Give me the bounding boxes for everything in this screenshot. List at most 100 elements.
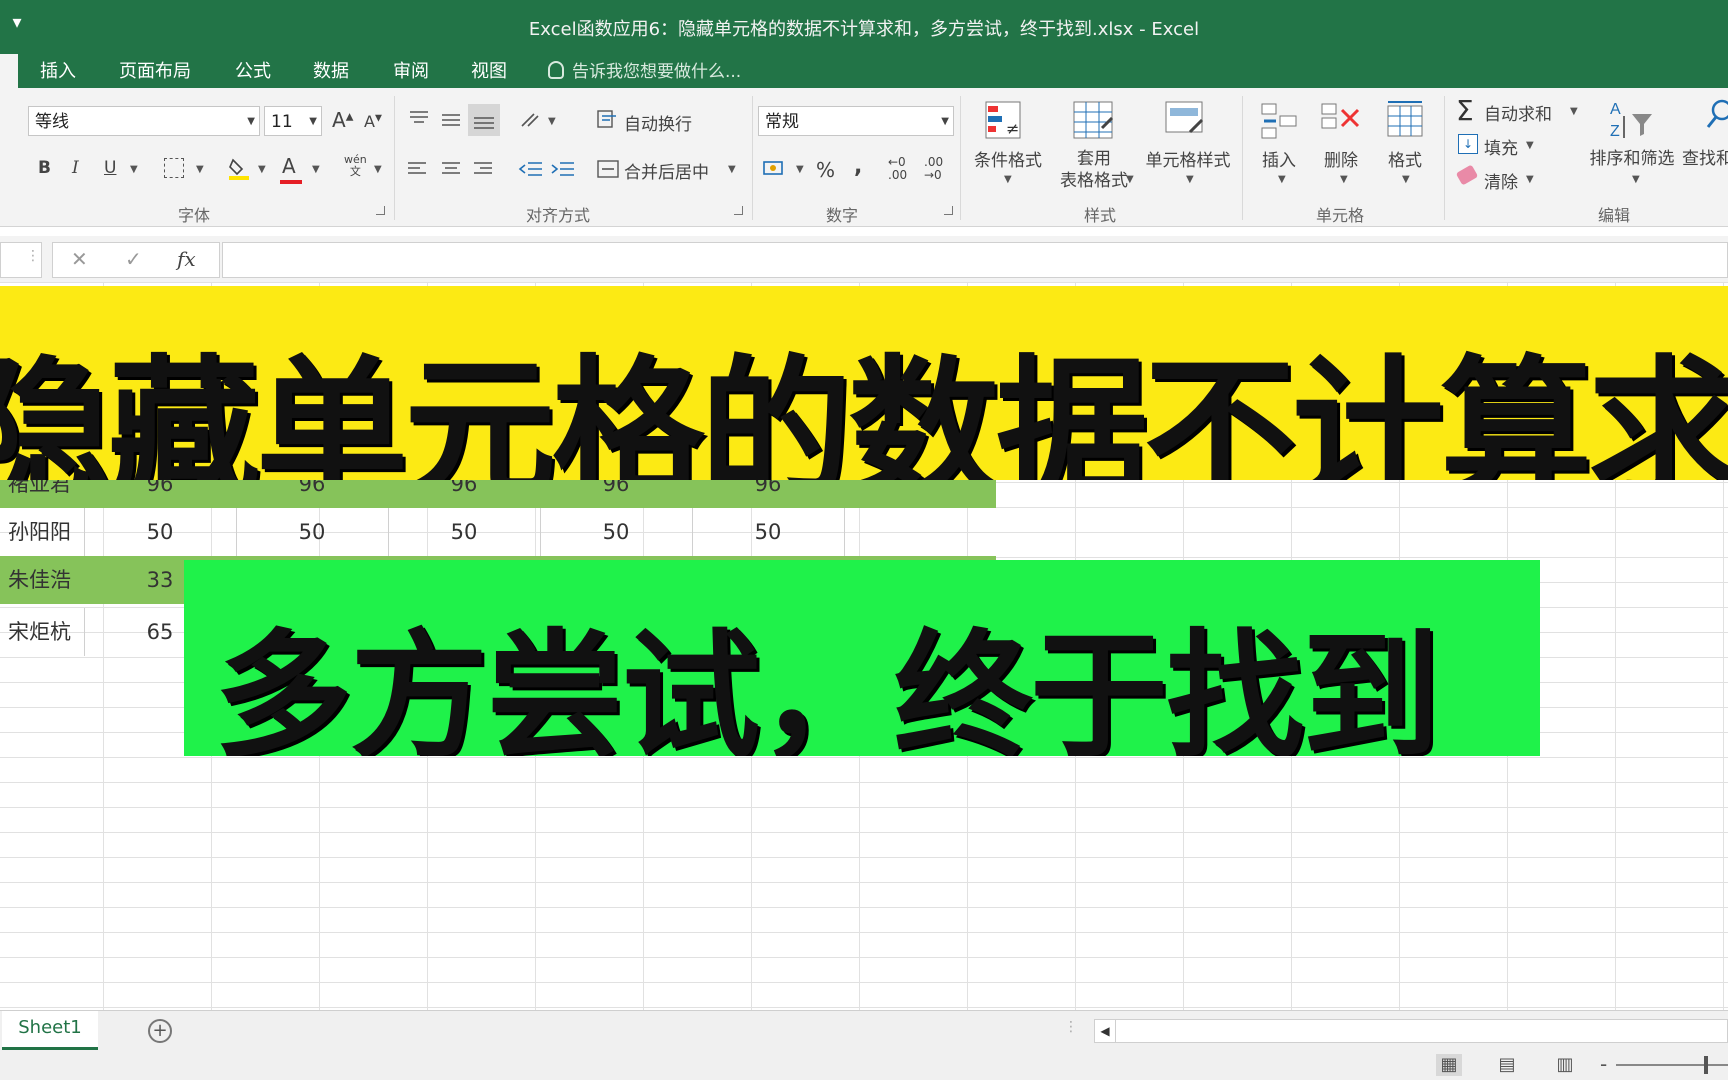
add-sheet-button[interactable]: + bbox=[148, 1019, 172, 1043]
percent-button[interactable]: % bbox=[816, 158, 835, 182]
conditional-formatting-button[interactable]: 条件格式 bbox=[968, 150, 1048, 172]
wrap-text-button[interactable]: 自动换行 bbox=[624, 110, 692, 135]
fill-down-icon: ↓ bbox=[1458, 134, 1478, 154]
confirm-entry-button[interactable]: ✓ bbox=[125, 247, 142, 271]
wrap-text-icon bbox=[596, 108, 620, 134]
insert-cells-dropdown[interactable]: ▼ bbox=[1278, 174, 1286, 185]
formula-input[interactable] bbox=[222, 242, 1728, 278]
table-row[interactable]: 孙阳阳 50 50 50 50 50 bbox=[0, 508, 996, 557]
format-as-table-button[interactable]: 套用 表格格式 bbox=[1048, 148, 1140, 192]
page-break-view-button[interactable]: ▥ bbox=[1552, 1054, 1578, 1076]
conditional-formatting-dropdown[interactable]: ▼ bbox=[1004, 174, 1012, 185]
tab-data[interactable]: 数据 bbox=[313, 58, 349, 86]
alignment-group-label: 对齐方式 bbox=[526, 206, 591, 225]
font-color-dropdown[interactable]: ▼ bbox=[312, 164, 320, 175]
clear-dropdown[interactable]: ▼ bbox=[1526, 174, 1534, 185]
increase-decimal-button[interactable]: ←0 .00 bbox=[888, 156, 916, 182]
scroll-left-button[interactable]: ◀ bbox=[1095, 1020, 1116, 1042]
tab-formulas[interactable]: 公式 bbox=[235, 58, 271, 86]
orientation-icon[interactable] bbox=[518, 110, 542, 134]
borders-dropdown[interactable]: ▼ bbox=[196, 164, 204, 175]
sort-filter-button[interactable]: 排序和筛选 bbox=[1584, 148, 1680, 170]
styles-group-label: 样式 bbox=[1084, 206, 1117, 225]
font-name-select[interactable]: 等线 ▼ bbox=[28, 106, 260, 136]
currency-icon[interactable] bbox=[762, 158, 788, 184]
number-dialog-launcher[interactable] bbox=[944, 206, 953, 215]
delete-cells-dropdown[interactable]: ▼ bbox=[1340, 174, 1348, 185]
fill-button[interactable]: 填充 bbox=[1484, 134, 1518, 159]
status-bar: ▦ ▤ ▥ - bbox=[0, 1050, 1728, 1080]
cell-value[interactable]: 50 bbox=[388, 508, 540, 556]
bold-button[interactable]: B bbox=[38, 158, 51, 178]
tab-split-grip[interactable]: ⋮ bbox=[1064, 1019, 1078, 1035]
borders-icon[interactable] bbox=[164, 158, 184, 178]
align-left-icon[interactable] bbox=[406, 160, 428, 182]
font-size-select[interactable]: 11 ▼ bbox=[264, 106, 322, 136]
fill-dropdown[interactable]: ▼ bbox=[1526, 140, 1534, 151]
align-bottom-icon[interactable] bbox=[468, 104, 500, 136]
cell-value[interactable]: 50 bbox=[692, 508, 844, 556]
font-dialog-launcher[interactable] bbox=[376, 206, 385, 215]
autosum-dropdown[interactable]: ▼ bbox=[1570, 106, 1578, 117]
merge-dropdown[interactable]: ▼ bbox=[728, 164, 736, 175]
tab-page-layout[interactable]: 页面布局 bbox=[119, 58, 191, 86]
format-cells-dropdown[interactable]: ▼ bbox=[1402, 174, 1410, 185]
phonetic-dropdown[interactable]: ▼ bbox=[374, 164, 382, 175]
find-select-button[interactable]: 查找和 bbox=[1682, 148, 1728, 170]
cell-name[interactable]: 宋炬杭 bbox=[0, 608, 84, 656]
zoom-slider[interactable] bbox=[1616, 1056, 1728, 1074]
cell-name[interactable]: 孙阳阳 bbox=[0, 508, 84, 556]
formula-bar-buttons: ✕ ✓ fx bbox=[52, 242, 220, 278]
normal-view-button[interactable]: ▦ bbox=[1436, 1054, 1462, 1076]
cancel-entry-button[interactable]: ✕ bbox=[71, 247, 88, 271]
grow-font-button[interactable]: A▲ bbox=[332, 108, 353, 132]
autosum-button[interactable]: 自动求和 bbox=[1484, 100, 1552, 125]
align-top-icon[interactable] bbox=[408, 110, 430, 130]
tab-insert[interactable]: 插入 bbox=[40, 58, 76, 86]
underline-button[interactable]: U bbox=[104, 158, 116, 178]
clear-button[interactable]: 清除 bbox=[1484, 168, 1518, 193]
align-middle-icon[interactable] bbox=[440, 112, 462, 132]
zoom-out-button[interactable]: - bbox=[1600, 1052, 1607, 1076]
cell-styles-button[interactable]: 单元格样式 bbox=[1140, 150, 1236, 172]
insert-function-button[interactable]: fx bbox=[177, 247, 196, 271]
format-as-table-line1: 套用 bbox=[1077, 149, 1111, 169]
merge-center-button[interactable]: 合并后居中 bbox=[624, 158, 709, 183]
font-color-button[interactable]: A bbox=[280, 154, 302, 184]
font-name-value: 等线 bbox=[35, 112, 69, 132]
underline-dropdown[interactable]: ▼ bbox=[130, 164, 138, 175]
format-cells-button[interactable]: 格式 bbox=[1382, 150, 1428, 172]
increase-indent-icon[interactable] bbox=[550, 160, 576, 184]
zoom-slider-thumb[interactable] bbox=[1704, 1056, 1708, 1074]
number-format-select[interactable]: 常规 ▼ bbox=[758, 106, 954, 136]
cell-name[interactable]: 朱佳浩 bbox=[0, 556, 84, 604]
page-layout-view-button[interactable]: ▤ bbox=[1494, 1054, 1520, 1076]
currency-dropdown[interactable]: ▼ bbox=[796, 164, 804, 175]
align-right-icon[interactable] bbox=[472, 160, 494, 182]
italic-button[interactable]: I bbox=[72, 158, 79, 178]
fill-color-dropdown[interactable]: ▼ bbox=[258, 164, 266, 175]
decrease-indent-icon[interactable] bbox=[518, 160, 544, 184]
cell-styles-dropdown[interactable]: ▼ bbox=[1186, 174, 1194, 185]
tab-review[interactable]: 审阅 bbox=[393, 58, 429, 86]
delete-cells-button[interactable]: 删除 bbox=[1318, 150, 1364, 172]
sheet-tab-sheet1[interactable]: Sheet1 bbox=[2, 1011, 98, 1050]
sort-filter-dropdown[interactable]: ▼ bbox=[1632, 174, 1640, 185]
cell-value[interactable]: 50 bbox=[236, 508, 388, 556]
shrink-font-button[interactable]: A▼ bbox=[364, 112, 382, 131]
cell-value[interactable]: 50 bbox=[84, 508, 236, 556]
cell-value[interactable]: 50 bbox=[540, 508, 692, 556]
fill-color-icon[interactable] bbox=[228, 156, 250, 180]
alignment-dialog-launcher[interactable] bbox=[734, 206, 743, 215]
align-center-icon[interactable] bbox=[440, 160, 462, 182]
tell-me-search[interactable]: 告诉我您想要做什么... bbox=[548, 58, 741, 86]
tab-file[interactable] bbox=[0, 54, 18, 88]
phonetic-guide-button[interactable]: wén 文 bbox=[344, 154, 367, 178]
insert-cells-button[interactable]: 插入 bbox=[1256, 150, 1302, 172]
comma-button[interactable]: , bbox=[854, 154, 862, 179]
horizontal-scrollbar[interactable]: ◀ bbox=[1094, 1019, 1728, 1043]
decrease-decimal-button[interactable]: .00 →0 bbox=[924, 156, 952, 182]
orientation-dropdown[interactable]: ▼ bbox=[548, 116, 556, 127]
format-as-table-dropdown[interactable]: ▼ bbox=[1126, 174, 1134, 185]
tab-view[interactable]: 视图 bbox=[471, 58, 507, 86]
